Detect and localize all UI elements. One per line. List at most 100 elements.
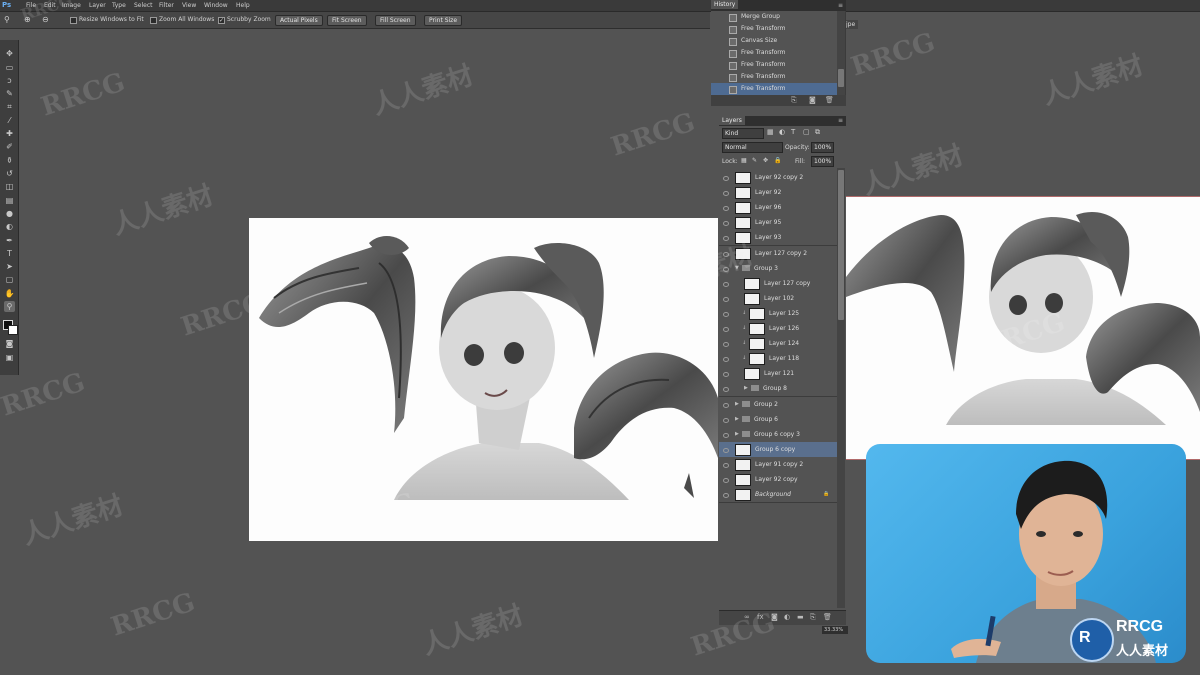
visibility-eye-icon[interactable] (723, 387, 729, 393)
visibility-eye-icon[interactable] (723, 311, 729, 317)
layer-row[interactable]: ↓ Layer 126 (719, 321, 837, 337)
screen-mode-icon[interactable]: ▣ (4, 352, 15, 363)
lasso-tool-icon[interactable]: ↄ (4, 75, 15, 86)
visibility-eye-icon[interactable] (723, 417, 729, 423)
visibility-eye-icon[interactable] (723, 478, 729, 483)
new-group-icon[interactable]: ▬ (797, 613, 804, 621)
background-color-swatch[interactable] (8, 325, 18, 335)
visibility-eye-icon[interactable] (723, 176, 729, 181)
visibility-eye-icon[interactable] (723, 493, 729, 499)
eraser-tool-icon[interactable]: ◫ (4, 181, 15, 192)
layer-row[interactable]: ↓ Layer 118 (719, 351, 837, 368)
print-size-button[interactable]: Print Size (424, 15, 463, 26)
marquee-tool-icon[interactable]: ▭ (4, 62, 15, 73)
zoom-tool-icon[interactable]: ⚲ (4, 15, 13, 24)
layer-row[interactable]: Layer 92 copy (719, 472, 837, 488)
filter-type-icon[interactable]: T (791, 128, 795, 136)
adjustment-layer-icon[interactable]: ◐ (784, 613, 790, 621)
group-toggle-icon[interactable]: ▶ (735, 412, 739, 427)
shape-tool-icon[interactable]: ▢ (4, 274, 15, 285)
layer-row[interactable]: ↓ Layer 124 (719, 336, 837, 353)
fill-screen-button[interactable]: Fill Screen (375, 15, 416, 26)
brush-tool-icon[interactable]: ✐ (4, 141, 15, 152)
clone-stamp-tool-icon[interactable]: ⚱ (4, 155, 15, 166)
gradient-tool-icon[interactable]: ▤ (4, 195, 15, 206)
layer-row[interactable]: Layer 96 (719, 200, 837, 217)
lock-all-icon[interactable]: 🔒 (774, 157, 781, 164)
panel-menu-icon[interactable]: ≡ (838, 0, 843, 11)
visibility-eye-icon[interactable] (723, 191, 729, 197)
menu-filter[interactable]: Filter (159, 0, 174, 11)
zoom-all-checkbox[interactable] (150, 17, 157, 24)
layer-row[interactable]: Background 🔒 (719, 487, 837, 504)
dodge-tool-icon[interactable]: ◐ (4, 221, 15, 232)
actual-pixels-button[interactable]: Actual Pixels (275, 15, 323, 26)
lock-position-icon[interactable]: ✥ (763, 157, 768, 164)
panel-menu-icon[interactable]: ≡ (838, 116, 843, 126)
group-toggle-icon[interactable]: ▶ (735, 427, 739, 442)
scrubby-zoom-checkbox[interactable] (218, 13, 225, 29)
path-select-tool-icon[interactable]: ➤ (4, 261, 15, 272)
layers-scrollbar[interactable] (837, 168, 845, 608)
visibility-eye-icon[interactable] (723, 372, 729, 378)
new-layer-icon[interactable]: ⎘ (810, 613, 816, 622)
layer-row[interactable]: ▶ Group 2 (719, 396, 837, 413)
menu-help[interactable]: Help (236, 0, 250, 11)
layer-row[interactable]: Layer 102 (719, 290, 837, 307)
visibility-eye-icon[interactable] (723, 447, 729, 453)
layer-row[interactable]: Layer 121 (719, 366, 837, 383)
filter-adjustment-icon[interactable]: ◐ (779, 128, 785, 136)
blend-mode-select[interactable]: Normal (722, 142, 783, 153)
layer-row[interactable]: ▶ Group 6 copy 3 (719, 426, 837, 443)
filter-pixel-icon[interactable]: ▦ (767, 128, 774, 136)
visibility-eye-icon[interactable] (723, 281, 729, 287)
layer-row[interactable]: Layer 91 copy 2 (719, 456, 837, 473)
layer-row[interactable]: Layer 95 (719, 215, 837, 232)
menu-select[interactable]: Select (134, 0, 153, 11)
app-logo[interactable]: Ps (2, 0, 16, 11)
fill-input[interactable]: 100% (811, 156, 834, 167)
eyedropper-tool-icon[interactable]: ⁄ (4, 115, 15, 126)
layer-row[interactable]: ▶ Group 8 (719, 381, 837, 398)
history-brush-tool-icon[interactable]: ↺ (4, 168, 15, 179)
visibility-eye-icon[interactable] (723, 296, 729, 302)
zoom-tool-icon[interactable]: ⚲ (4, 301, 15, 312)
pen-tool-icon[interactable]: ✒ (4, 235, 15, 246)
layer-row[interactable]: Layer 92 copy 2 (719, 170, 837, 186)
group-toggle-icon[interactable]: ▶ (735, 397, 739, 412)
filter-smart-object-icon[interactable]: ⧉ (815, 128, 820, 137)
visibility-eye-icon[interactable] (723, 357, 729, 363)
visibility-eye-icon[interactable] (723, 327, 729, 332)
quick-mask-icon[interactable]: ◙ (4, 338, 15, 349)
new-document-from-state-icon[interactable]: ⎘ (791, 96, 797, 105)
visibility-eye-icon[interactable] (723, 221, 729, 227)
layer-row[interactable]: ↓ Layer 125 (719, 305, 837, 322)
crop-tool-icon[interactable]: ⌗ (4, 101, 15, 112)
visibility-eye-icon[interactable] (723, 462, 729, 468)
visibility-eye-icon[interactable] (723, 342, 729, 348)
visibility-eye-icon[interactable] (723, 206, 729, 212)
zoom-level-readout[interactable]: 33.33% (822, 626, 848, 634)
resize-windows-checkbox[interactable] (70, 17, 77, 24)
layer-row[interactable]: Layer 92 (719, 185, 837, 202)
filter-shape-icon[interactable]: ▢ (803, 128, 810, 136)
layers-tab[interactable]: Layers (719, 116, 745, 125)
hand-tool-icon[interactable]: ✋ (4, 288, 15, 299)
lock-pixels-icon[interactable]: ✎ (752, 157, 757, 164)
lock-transparency-icon[interactable]: ▦ (741, 157, 747, 164)
layer-filter-kind-select[interactable]: Kind (722, 128, 764, 139)
menu-type[interactable]: Type (112, 0, 126, 11)
delete-layer-icon[interactable]: 🗑 (823, 613, 832, 621)
move-tool-icon[interactable]: ✥ (4, 48, 15, 59)
visibility-eye-icon[interactable] (723, 432, 729, 438)
blur-tool-icon[interactable]: ● (4, 208, 15, 219)
opacity-input[interactable]: 100% (811, 142, 834, 153)
healing-brush-tool-icon[interactable]: ✚ (4, 128, 15, 139)
type-tool-icon[interactable]: T (4, 248, 15, 259)
layer-row[interactable]: ▶ Group 6 (719, 411, 837, 428)
group-toggle-icon[interactable]: ▶ (744, 381, 748, 396)
preview-tab[interactable]: jpe (846, 20, 858, 29)
history-tab[interactable]: History (711, 0, 739, 9)
layer-row[interactable]: Layer 127 copy (719, 275, 837, 292)
menu-window[interactable]: Window (204, 0, 228, 11)
